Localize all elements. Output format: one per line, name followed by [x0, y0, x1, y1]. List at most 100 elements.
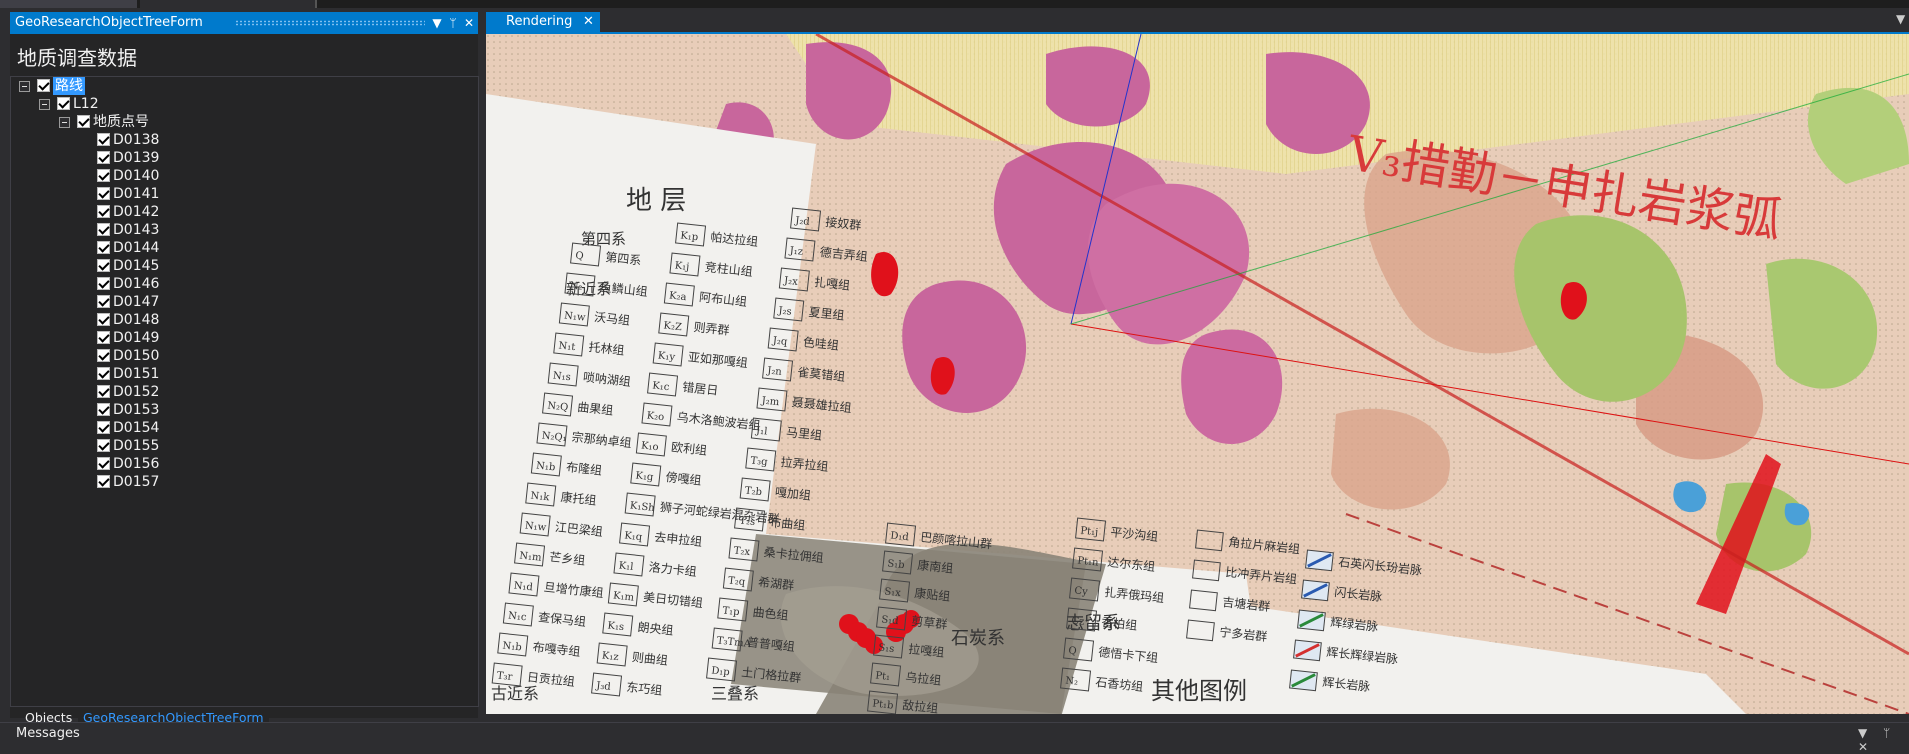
tree-node-point[interactable]: D0139 [97, 149, 197, 167]
legend-code-text: T₃g [750, 455, 769, 468]
tree-node-label[interactable]: D0151 [113, 365, 159, 383]
document-dropdown-icon[interactable]: ▼ [1896, 12, 1905, 26]
tree-node-label[interactable]: D0142 [113, 203, 159, 221]
tree-node-point[interactable]: D0145 [97, 257, 197, 275]
checkbox-point[interactable] [97, 295, 110, 308]
object-tree[interactable]: 路线 L12 地质点号 D0138 D0139 D0140 D0141 D0142 D01… [10, 76, 479, 707]
tree-node-label[interactable]: D0143 [113, 221, 159, 239]
tree-node-label[interactable]: D0150 [113, 347, 159, 365]
checkbox-point[interactable] [97, 133, 110, 146]
tree-node-label[interactable]: D0148 [113, 311, 159, 329]
tree-node-point[interactable]: D0140 [97, 167, 197, 185]
tree-node-point[interactable]: D0153 [97, 401, 197, 419]
legend-code-text: K₂Z [663, 320, 683, 333]
checkbox-route[interactable] [57, 97, 70, 110]
rendering-viewport[interactable]: V₃措勤－申扎岩浆弧 地 层 第四系 新近系 古近系 三叠系 石炭系 志留系 其… [486, 34, 1909, 714]
checkbox-point[interactable] [97, 403, 110, 416]
tree-node-point[interactable]: D0146 [97, 275, 197, 293]
tree-node-label[interactable]: D0152 [113, 383, 159, 401]
checkbox-point[interactable] [97, 151, 110, 164]
legend-code-text: S₁x [884, 586, 902, 599]
tree-node-label[interactable]: D0140 [113, 167, 159, 185]
legend-code-text: N₁w [524, 520, 547, 533]
pin-icon[interactable]: ᛘ [445, 12, 461, 34]
checkbox-group[interactable] [77, 115, 90, 128]
tree-node-point[interactable]: D0154 [97, 419, 197, 437]
tree-node-route[interactable]: L12 [39, 95, 159, 113]
checkbox-point[interactable] [97, 385, 110, 398]
tree-node-label[interactable]: D0157 [113, 473, 159, 491]
checkbox-point[interactable] [97, 259, 110, 272]
tree-node-label[interactable]: D0141 [113, 185, 159, 203]
tree-node-point[interactable]: D0148 [97, 311, 197, 329]
tool-window-title-bar[interactable]: GeoResearchObjectTreeForm ▼ ᛘ ✕ [10, 12, 478, 34]
collapse-toggle-icon[interactable] [59, 117, 70, 128]
checkbox-point[interactable] [97, 277, 110, 290]
tree-node-group[interactable]: 地质点号 [59, 113, 199, 131]
legend-carboniferous: 石炭系 [951, 628, 1005, 649]
window-menu-dropdown-icon[interactable]: ▼ [429, 12, 445, 34]
checkbox-point[interactable] [97, 331, 110, 344]
checkbox-point[interactable] [97, 205, 110, 218]
legend-code-text: N₁b [536, 460, 556, 473]
checkbox-point[interactable] [97, 169, 110, 182]
top-tab-2[interactable] [140, 0, 317, 8]
tree-node-label[interactable]: L12 [73, 95, 99, 113]
checkbox-point[interactable] [97, 241, 110, 254]
tree-node-label[interactable]: D0154 [113, 419, 159, 437]
checkbox-point[interactable] [97, 349, 110, 362]
tree-node-point[interactable]: D0155 [97, 437, 197, 455]
tree-node-label[interactable]: D0147 [113, 293, 159, 311]
checkbox-point[interactable] [97, 421, 110, 434]
tree-node-point[interactable]: D0141 [97, 185, 197, 203]
legend-code-text: J₂x [783, 275, 799, 288]
tree-node-point[interactable]: D0149 [97, 329, 197, 347]
tree-node-label[interactable]: D0138 [113, 131, 159, 149]
tree-node-point[interactable]: D0142 [97, 203, 197, 221]
tab-close-icon[interactable]: ✕ [583, 12, 594, 32]
tree-node-label[interactable]: D0145 [113, 257, 159, 275]
legend-code-text: Q [575, 250, 584, 262]
close-icon[interactable]: ✕ [461, 12, 477, 34]
tree-node-label[interactable]: D0155 [113, 437, 159, 455]
tree-node-point[interactable]: D0147 [97, 293, 197, 311]
checkbox-point[interactable] [97, 439, 110, 452]
legend-code-text: T₂x [733, 545, 751, 558]
tree-node-label[interactable]: D0144 [113, 239, 159, 257]
tree-node-point[interactable]: D0152 [97, 383, 197, 401]
tree-node-label[interactable]: D0146 [113, 275, 159, 293]
checkbox-point[interactable] [97, 457, 110, 470]
legend-code-text: D₁p [711, 665, 730, 678]
tree-node-label[interactable]: D0139 [113, 149, 159, 167]
tree-node-point[interactable]: D0144 [97, 239, 197, 257]
legend-code-text: K₁s [607, 620, 625, 633]
tree-node-label[interactable]: D0153 [113, 401, 159, 419]
tree-node-label[interactable]: 路线 [53, 77, 85, 95]
tree-node-label[interactable]: 地质点号 [93, 113, 149, 131]
tree-node-root[interactable]: 路线 [19, 77, 139, 95]
tree-node-point[interactable]: D0138 [97, 131, 197, 149]
tree-node-point[interactable]: D0156 [97, 455, 197, 473]
checkbox-point[interactable] [97, 367, 110, 380]
checkbox-root[interactable] [37, 79, 50, 92]
checkbox-point[interactable] [97, 223, 110, 236]
collapse-toggle-icon[interactable] [19, 81, 30, 92]
checkbox-point[interactable] [97, 475, 110, 488]
legend-code-text: S₁b [887, 558, 905, 571]
tree-node-point[interactable]: D0150 [97, 347, 197, 365]
tree-node-label[interactable]: D0149 [113, 329, 159, 347]
top-tab-1[interactable] [0, 0, 137, 8]
document-tab-rendering[interactable]: Rendering ✕ [486, 12, 600, 32]
messages-panel[interactable]: Messages ▼ ᛘ ✕ [0, 722, 1909, 754]
tree-node-point[interactable]: D0157 [97, 473, 197, 491]
tree-node-label[interactable]: D0156 [113, 455, 159, 473]
tree-node-point[interactable]: D0151 [97, 365, 197, 383]
collapse-toggle-icon[interactable] [39, 99, 50, 110]
checkbox-point[interactable] [97, 187, 110, 200]
title-drag-grip[interactable] [235, 20, 425, 26]
tree-node-point[interactable]: D0143 [97, 221, 197, 239]
legend-code-text: N₂ [1065, 675, 1079, 687]
checkbox-point[interactable] [97, 313, 110, 326]
messages-window-controls[interactable]: ▼ ᛘ ✕ [1858, 726, 1909, 754]
legend-code-text: N₁k [530, 490, 551, 503]
